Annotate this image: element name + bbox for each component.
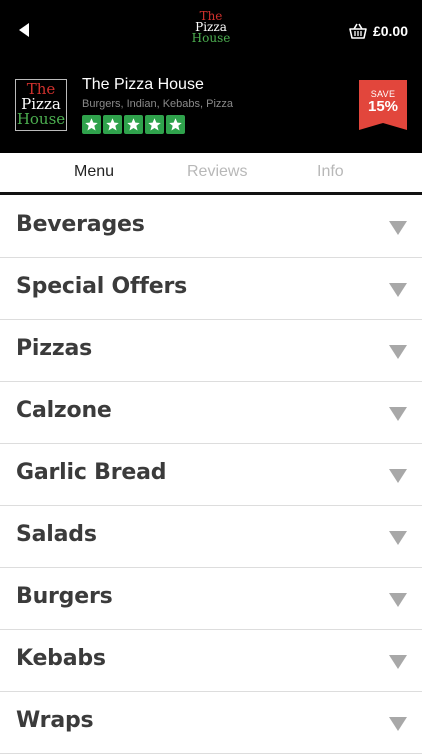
category-row-burgers[interactable]: Burgers (0, 568, 422, 630)
category-label: Salads (16, 522, 97, 547)
restaurant-header: The Pizza House The Pizza House Burgers,… (0, 62, 422, 153)
restaurant-logo-line-house: House (16, 110, 66, 128)
top-bar: The Pizza House £0.00 (0, 0, 422, 62)
category-row-pizzas[interactable]: Pizzas (0, 320, 422, 382)
expand-triangle-icon (389, 221, 407, 235)
restaurant-cuisines: Burgers, Indian, Kebabs, Pizza (82, 98, 234, 110)
back-arrow-icon (19, 23, 29, 37)
logo-line-house: House (191, 31, 231, 45)
restaurant-name: The Pizza House (82, 76, 204, 93)
basket-total: £0.00 (372, 23, 408, 39)
category-label: Beverages (16, 212, 145, 237)
category-label: Pizzas (16, 336, 93, 361)
save-label: SAVE (370, 89, 396, 99)
expand-triangle-icon (389, 407, 407, 421)
category-row-kebabs[interactable]: Kebabs (0, 630, 422, 692)
category-row-beverages[interactable]: Beverages (0, 196, 422, 258)
menu-category-list: Beverages Special Offers Pizzas Calzone … (0, 196, 422, 754)
basket-icon (349, 23, 367, 39)
category-label: Burgers (16, 584, 113, 609)
star-icon (124, 115, 143, 134)
save-value: 15% (367, 98, 399, 115)
basket-button[interactable]: £0.00 (349, 18, 408, 44)
expand-triangle-icon (389, 593, 407, 607)
category-row-calzone[interactable]: Calzone (0, 382, 422, 444)
rating-stars (82, 115, 185, 134)
app-logo[interactable]: The Pizza House (186, 10, 236, 51)
category-label: Garlic Bread (16, 460, 167, 485)
category-row-garlic-bread[interactable]: Garlic Bread (0, 444, 422, 506)
expand-triangle-icon (389, 345, 407, 359)
expand-triangle-icon (389, 655, 407, 669)
category-row-salads[interactable]: Salads (0, 506, 422, 568)
tab-bar: Menu Reviews Info (0, 153, 422, 195)
expand-triangle-icon (389, 531, 407, 545)
tab-reviews[interactable]: Reviews (187, 163, 247, 181)
restaurant-logo: The Pizza House (15, 79, 67, 131)
category-label: Wraps (16, 708, 94, 733)
category-row-special-offers[interactable]: Special Offers (0, 258, 422, 320)
star-icon (103, 115, 122, 134)
expand-triangle-icon (389, 469, 407, 483)
expand-triangle-icon (389, 283, 407, 297)
category-label: Calzone (16, 398, 112, 423)
category-row-wraps[interactable]: Wraps (0, 692, 422, 754)
star-icon (145, 115, 164, 134)
category-label: Kebabs (16, 646, 106, 671)
expand-triangle-icon (389, 717, 407, 731)
save-discount-badge: SAVE 15% (359, 80, 407, 130)
star-icon (82, 115, 101, 134)
tab-info[interactable]: Info (317, 163, 344, 181)
tab-menu[interactable]: Menu (74, 163, 114, 181)
star-icon (166, 115, 185, 134)
back-button[interactable] (12, 18, 36, 42)
category-label: Special Offers (16, 274, 188, 299)
